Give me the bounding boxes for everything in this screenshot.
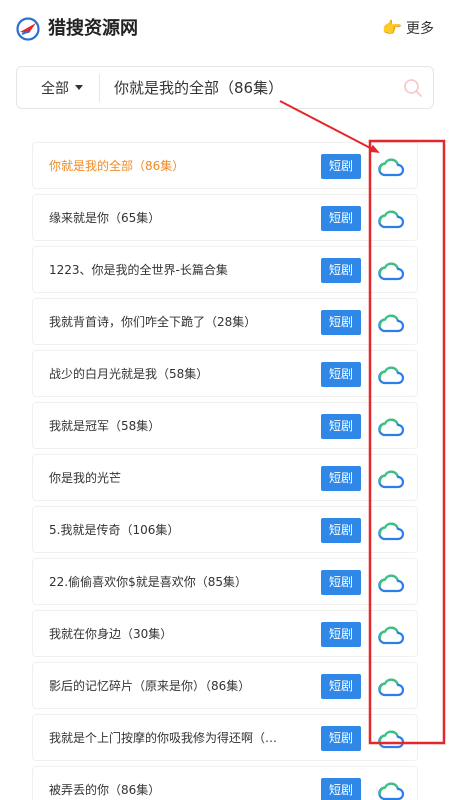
result-item[interactable]: 我就是个上门按摩的你吸我修为得还啊（… 短剧 bbox=[32, 714, 418, 761]
cloud-download-icon[interactable] bbox=[377, 466, 405, 492]
cloud-download-icon[interactable] bbox=[377, 778, 405, 800]
search-icon bbox=[404, 78, 422, 97]
result-item[interactable]: 我就在你身边（30集） 短剧 bbox=[32, 610, 418, 657]
category-tag: 短剧 bbox=[321, 674, 361, 699]
result-title[interactable]: 我就是冠军（58集） bbox=[49, 403, 307, 450]
result-item[interactable]: 缘来就是你（65集） 短剧 bbox=[32, 194, 418, 241]
result-item[interactable]: 我就背首诗，你们咋全下跪了（28集） 短剧 bbox=[32, 298, 418, 345]
cloud-download-icon[interactable] bbox=[377, 674, 405, 700]
result-title[interactable]: 5.我就是传奇（106集） bbox=[49, 507, 307, 554]
result-item[interactable]: 战少的白月光就是我（58集） 短剧 bbox=[32, 350, 418, 397]
result-title[interactable]: 我就是个上门按摩的你吸我修为得还啊（… bbox=[49, 715, 307, 762]
result-title[interactable]: 被弄丢的你（86集） bbox=[49, 767, 307, 800]
category-tag: 短剧 bbox=[321, 362, 361, 387]
category-tag: 短剧 bbox=[321, 206, 361, 231]
category-filter-label: 全部 bbox=[41, 80, 69, 97]
cloud-download-icon[interactable] bbox=[377, 154, 405, 180]
result-item[interactable]: 22.偷偷喜欢你$就是喜欢你（85集） 短剧 bbox=[32, 558, 418, 605]
category-tag: 短剧 bbox=[321, 518, 361, 543]
cloud-download-icon[interactable] bbox=[377, 414, 405, 440]
result-item[interactable]: 我就是冠军（58集） 短剧 bbox=[32, 402, 418, 449]
cloud-download-icon[interactable] bbox=[377, 570, 405, 596]
result-title[interactable]: 战少的白月光就是我（58集） bbox=[49, 351, 307, 398]
result-item[interactable]: 你就是我的全部（86集） 短剧 bbox=[32, 142, 418, 189]
result-title[interactable]: 你是我的光芒 bbox=[49, 455, 307, 502]
cloud-download-icon[interactable] bbox=[377, 362, 405, 388]
cloud-download-icon[interactable] bbox=[377, 726, 405, 752]
more-label: 更多 bbox=[406, 21, 434, 37]
result-title[interactable]: 1223、你是我的全世界-长篇合集 bbox=[49, 247, 307, 294]
result-title[interactable]: 我就背首诗，你们咋全下跪了（28集） bbox=[49, 299, 307, 346]
category-tag: 短剧 bbox=[321, 622, 361, 647]
result-item[interactable]: 1223、你是我的全世界-长篇合集 短剧 bbox=[32, 246, 418, 293]
cloud-download-icon[interactable] bbox=[377, 518, 405, 544]
logo-icon bbox=[16, 17, 40, 41]
result-title[interactable]: 你就是我的全部（86集） bbox=[49, 143, 307, 190]
category-tag: 短剧 bbox=[321, 414, 361, 439]
result-title[interactable]: 我就在你身边（30集） bbox=[49, 611, 307, 658]
cloud-download-icon[interactable] bbox=[377, 258, 405, 284]
result-item[interactable]: 你是我的光芒 短剧 bbox=[32, 454, 418, 501]
category-tag: 短剧 bbox=[321, 154, 361, 179]
category-tag: 短剧 bbox=[321, 778, 361, 800]
result-list: 你就是我的全部（86集） 短剧 缘来就是你（65集） 短剧 1223、你是我的全世界-长… bbox=[32, 142, 418, 800]
result-title[interactable]: 22.偷偷喜欢你$就是喜欢你（85集） bbox=[49, 559, 307, 606]
result-item[interactable]: 被弄丢的你（86集） 短剧 bbox=[32, 766, 418, 800]
cloud-download-icon[interactable] bbox=[377, 622, 405, 648]
cloud-download-icon[interactable] bbox=[377, 206, 405, 232]
pointing-hand-icon: 👉 bbox=[382, 18, 402, 37]
category-tag: 短剧 bbox=[321, 310, 361, 335]
category-tag: 短剧 bbox=[321, 726, 361, 751]
search-bar: 全部 bbox=[16, 66, 434, 109]
category-tag: 短剧 bbox=[321, 466, 361, 491]
app-header: 猎搜资源网 👉 更多 bbox=[0, 0, 450, 58]
site-title: 猎搜资源网 bbox=[48, 18, 138, 39]
category-filter-dropdown[interactable]: 全部 bbox=[17, 73, 100, 102]
more-button[interactable]: 👉 更多 bbox=[382, 18, 434, 38]
result-item[interactable]: 5.我就是传奇（106集） 短剧 bbox=[32, 506, 418, 553]
category-tag: 短剧 bbox=[321, 258, 361, 283]
search-input[interactable] bbox=[100, 67, 393, 108]
result-item[interactable]: 影后的记忆碎片（原来是你）（86集） 短剧 bbox=[32, 662, 418, 709]
result-title[interactable]: 影后的记忆碎片（原来是你）（86集） bbox=[49, 663, 307, 710]
category-tag: 短剧 bbox=[321, 570, 361, 595]
cloud-download-icon[interactable] bbox=[377, 310, 405, 336]
result-title[interactable]: 缘来就是你（65集） bbox=[49, 195, 307, 242]
search-button[interactable] bbox=[393, 67, 433, 108]
caret-down-icon bbox=[75, 85, 83, 90]
